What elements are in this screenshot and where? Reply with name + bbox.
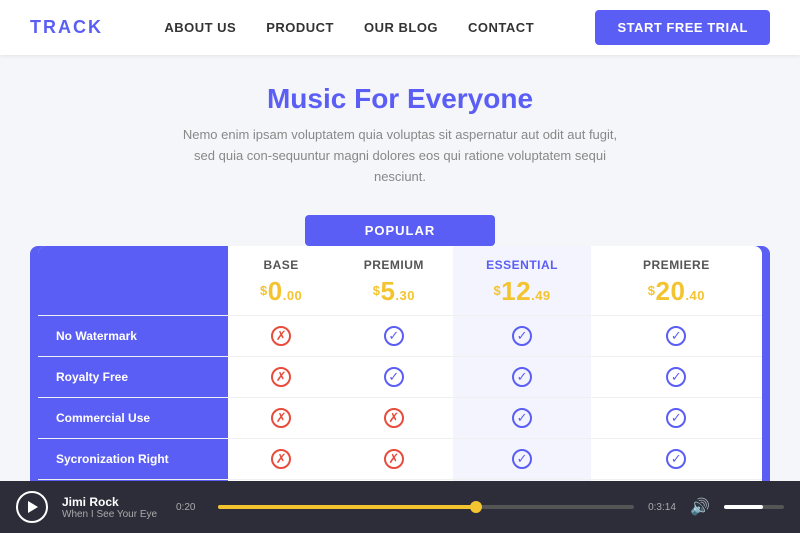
feature-col-header: [38, 246, 228, 316]
check-icon: ✓: [512, 408, 532, 428]
nav-product[interactable]: PRODUCT: [266, 20, 334, 35]
feature-value: ✓: [453, 316, 590, 357]
nav-contact[interactable]: CONTACT: [468, 20, 534, 35]
progress-bar[interactable]: [218, 505, 634, 509]
cross-icon: ✗: [384, 449, 404, 469]
cross-icon: ✗: [271, 449, 291, 469]
feature-value: ✓: [591, 316, 762, 357]
volume-bar[interactable]: [724, 505, 784, 509]
feature-value: ✓: [453, 439, 590, 480]
check-icon: ✓: [666, 408, 686, 428]
check-icon: ✓: [666, 326, 686, 346]
start-trial-button[interactable]: START FREE TRIAL: [595, 10, 770, 45]
col-base: BASE $0.00: [228, 246, 334, 316]
cross-icon: ✗: [384, 408, 404, 428]
track-name: Jimi Rock: [62, 495, 162, 509]
col-premiere: PREMIERE $20.40: [591, 246, 762, 316]
col-premium: PREMIUM $5.30: [334, 246, 453, 316]
feature-value: ✗: [228, 439, 334, 480]
col-premium-name: PREMIUM: [342, 258, 445, 272]
feature-value: ✗: [228, 398, 334, 439]
track-subtitle: When I See Your Eye: [62, 509, 162, 520]
feature-value: ✓: [453, 398, 590, 439]
check-icon: ✓: [512, 367, 532, 387]
progress-fill: [218, 505, 476, 509]
page-wrapper: TRACK ABOUT US PRODUCT OUR BLOG CONTACT …: [0, 0, 800, 533]
col-premiere-int: 20: [655, 276, 685, 306]
cross-icon: ✗: [271, 326, 291, 346]
col-premiere-name: PREMIERE: [599, 258, 754, 272]
col-essential-name: ESSENTIAL: [461, 258, 582, 272]
track-info: Jimi Rock When I See Your Eye: [62, 495, 162, 520]
cross-icon: ✗: [271, 367, 291, 387]
check-icon: ✓: [666, 449, 686, 469]
progress-thumb: [470, 501, 482, 513]
check-icon: ✓: [384, 367, 404, 387]
col-premium-dec: .30: [395, 288, 415, 303]
col-premium-int: 5: [380, 276, 395, 306]
feature-label: No Watermark: [38, 316, 228, 357]
col-base-dec: .00: [283, 288, 303, 303]
col-premiere-price: $20.40: [599, 276, 754, 307]
col-essential-sym: $: [493, 283, 501, 298]
feature-value: ✓: [591, 439, 762, 480]
feature-value: ✓: [591, 398, 762, 439]
col-base-price: $0.00: [236, 276, 326, 307]
feature-value: ✗: [334, 398, 453, 439]
check-icon: ✓: [512, 449, 532, 469]
nav-links: ABOUT US PRODUCT OUR BLOG CONTACT: [164, 20, 534, 35]
hero-description: Nemo enim ipsam voluptatem quia voluptas…: [180, 125, 620, 187]
feature-value: ✓: [334, 357, 453, 398]
check-icon: ✓: [384, 326, 404, 346]
check-icon: ✓: [512, 326, 532, 346]
col-base-name: BASE: [236, 258, 326, 272]
col-essential: ESSENTIAL $12.49: [453, 246, 590, 316]
nav-about[interactable]: ABOUT US: [164, 20, 236, 35]
col-essential-int: 12: [501, 276, 531, 306]
time-left: 0:20: [176, 502, 204, 513]
col-essential-price: $12.49: [461, 276, 582, 307]
feature-label: Royalty Free: [38, 357, 228, 398]
navbar: TRACK ABOUT US PRODUCT OUR BLOG CONTACT …: [0, 0, 800, 55]
check-icon: ✓: [666, 367, 686, 387]
feature-label: Sycronization Right: [38, 439, 228, 480]
hero-title: Music For Everyone: [20, 83, 780, 115]
feature-label: Commercial Use: [38, 398, 228, 439]
play-button[interactable]: [16, 491, 48, 523]
feature-value: ✓: [453, 357, 590, 398]
audio-player: Jimi Rock When I See Your Eye 0:20 0:3:1…: [0, 481, 800, 533]
logo: TRACK: [30, 17, 103, 38]
popular-badge: POPULAR: [305, 215, 496, 246]
volume-icon[interactable]: 🔊: [690, 497, 710, 517]
col-essential-dec: .49: [531, 288, 551, 303]
cross-icon: ✗: [271, 408, 291, 428]
feature-value: ✓: [591, 357, 762, 398]
time-right: 0:3:14: [648, 502, 676, 513]
feature-value: ✗: [334, 439, 453, 480]
nav-blog[interactable]: OUR BLOG: [364, 20, 438, 35]
volume-fill: [724, 505, 763, 509]
hero-section: Music For Everyone Nemo enim ipsam volup…: [0, 55, 800, 197]
col-base-sym: $: [260, 283, 268, 298]
popular-badge-wrap: POPULAR: [0, 215, 800, 246]
col-base-int: 0: [268, 276, 283, 306]
col-premium-price: $5.30: [342, 276, 445, 307]
feature-value: ✗: [228, 316, 334, 357]
feature-value: ✓: [334, 316, 453, 357]
feature-value: ✗: [228, 357, 334, 398]
col-premiere-dec: .40: [685, 288, 705, 303]
